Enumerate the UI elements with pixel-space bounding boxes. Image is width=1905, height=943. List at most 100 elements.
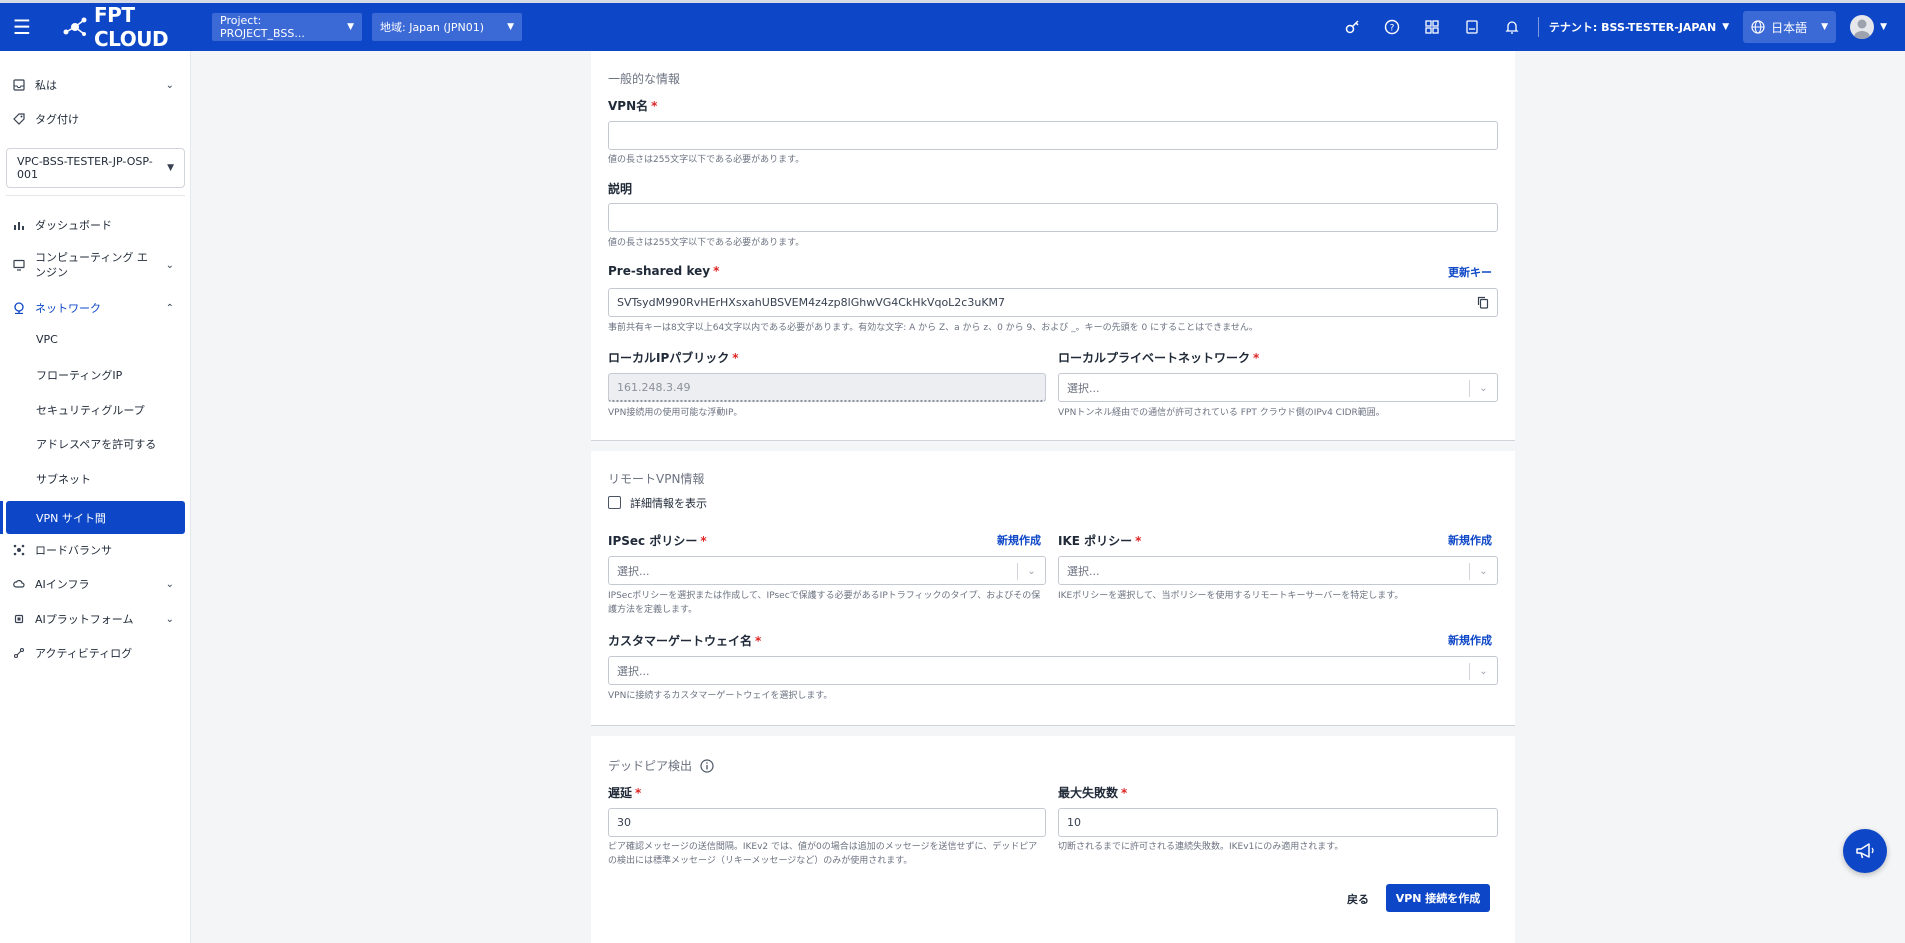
ike-policy-select[interactable]: 選択... ⌄ xyxy=(1058,556,1498,585)
sidebar-item-label: ネットワーク xyxy=(35,302,101,315)
input-value: SVTsydM990RvHErHXsxahUBSVEM4z4zp8lGhwVG4… xyxy=(617,296,1006,309)
renew-key-link[interactable]: 更新キー xyxy=(1448,264,1492,280)
sidebar-subitem-vpc[interactable]: VPC xyxy=(36,333,58,346)
back-button[interactable]: 戻る xyxy=(1347,891,1369,907)
sidebar-item-activity-log[interactable]: アクティビティログ xyxy=(0,643,190,663)
sidebar-item-ai-platform[interactable]: AIプラットフォーム ⌄ xyxy=(0,609,190,629)
language-label: 日本語 xyxy=(1771,20,1808,35)
language-select[interactable]: 日本語 ▼ xyxy=(1743,11,1837,43)
caret-down-icon[interactable]: ▼ xyxy=(1880,22,1887,32)
caret-down-icon: ▼ xyxy=(167,163,174,173)
select-placeholder: 選択... xyxy=(617,664,650,678)
sidebar-item-label: ロードバランサ xyxy=(35,544,112,557)
key-icon[interactable] xyxy=(1332,19,1372,35)
sidebar-subitem-label: サブネット xyxy=(36,473,91,486)
select-placeholder: 選択... xyxy=(1067,381,1100,395)
customer-gateway-select[interactable]: 選択... ⌄ xyxy=(608,656,1498,685)
vpn-name-input[interactable] xyxy=(608,121,1498,150)
sidebar-item-ai-infra[interactable]: AIインフラ ⌄ xyxy=(0,574,190,594)
tag-icon xyxy=(12,112,26,126)
sidebar-item-compute[interactable]: コンピューティング エンジン ⌄ xyxy=(0,248,190,282)
delay-input[interactable]: 30 xyxy=(608,808,1046,837)
book-icon[interactable] xyxy=(1452,19,1492,35)
description-input[interactable] xyxy=(608,203,1498,232)
label-text: IPSec ポリシー xyxy=(608,534,698,548)
local-network-select[interactable]: 選択... ⌄ xyxy=(1058,373,1498,402)
customer-gateway-create-link[interactable]: 新規作成 xyxy=(1448,632,1492,648)
region-select-label: 地域: Japan (JPN01) xyxy=(380,21,485,34)
sidebar-item-label: 私は xyxy=(35,79,57,92)
vpn-name-label: VPN名 * xyxy=(608,97,657,114)
chevron-up-icon: ⌃ xyxy=(165,302,174,314)
section-title: デッドピア検出 xyxy=(608,757,714,774)
inbox-icon xyxy=(12,78,26,92)
dead-peer-detection-card: デッドピア検出 遅延 * 30 ピア確認メッセージの送信間隔。IKEv2 では、値… xyxy=(591,736,1515,943)
remote-vpn-card: リモートVPN情報 詳細情報を表示 IPSec ポリシー * 新規作成 選択...… xyxy=(591,451,1515,726)
input-value: 10 xyxy=(1067,816,1081,829)
ipsec-policy-label: IPSec ポリシー * xyxy=(608,532,707,549)
bell-icon[interactable] xyxy=(1492,19,1532,35)
label-text: ローカルIPパブリック xyxy=(608,351,730,365)
ipsec-create-link[interactable]: 新規作成 xyxy=(997,532,1041,548)
sidebar-subitem-subnet[interactable]: サブネット xyxy=(36,471,91,487)
chevron-down-icon: ⌄ xyxy=(165,79,174,91)
logo[interactable]: FPT CLOUD xyxy=(62,3,202,51)
sidebar-subitem-floating-ip[interactable]: フローティングIP xyxy=(36,367,122,383)
sidebar-item-dashboard[interactable]: ダッシュボード xyxy=(0,215,190,235)
tenant-select[interactable]: テナント: BSS-TESTER-JAPAN ▼ xyxy=(1549,19,1729,35)
chevron-down-icon: ⌄ xyxy=(165,259,174,271)
announcement-button[interactable] xyxy=(1843,829,1887,873)
chevron-down-icon: ⌄ xyxy=(1469,563,1497,580)
label-text: カスタマーゲートウェイ名 xyxy=(608,634,753,648)
sidebar-item-me[interactable]: 私は ⌄ xyxy=(0,75,190,95)
local-network-hint: VPNトンネル経由での通信が許可されている FPT クラウド側のIPv4 CID… xyxy=(1058,408,1385,418)
max-failures-input[interactable]: 10 xyxy=(1058,808,1498,837)
project-select-label: Project: PROJECT_BSS... xyxy=(220,14,305,40)
sidebar-subitem-label: VPC xyxy=(36,333,58,346)
show-details-checkbox[interactable] xyxy=(608,496,621,509)
log-icon xyxy=(12,646,26,660)
ike-create-link[interactable]: 新規作成 xyxy=(1448,532,1492,548)
local-ip-input: 161.248.3.49 xyxy=(608,373,1046,402)
required-mark: * xyxy=(1121,786,1128,800)
select-placeholder: 選択... xyxy=(1067,564,1100,578)
max-failures-hint: 切断されるまでに許可される連続失敗数。IKEv1にのみ適用されます。 xyxy=(1058,842,1344,852)
max-failures-label: 最大失敗数 * xyxy=(1058,784,1127,801)
local-ip-hint: VPN接続用の使用可能な浮動IP。 xyxy=(608,408,743,418)
active-indicator xyxy=(0,501,3,534)
sidebar-subitem-vpn-site-to-site[interactable]: VPN サイト間 xyxy=(6,501,185,534)
top-bar: ☰ FPT CLOUD Project: PROJECT_BSS... ▼ 地域… xyxy=(0,0,1905,51)
sidebar: 私は ⌄ タグ付け VPC-BSS-TESTER-JP-OSP-001 ▼ ダッ… xyxy=(0,51,191,943)
sidebar-subitem-label: アドレスペアを許可する xyxy=(36,438,157,451)
divider xyxy=(6,195,185,196)
select-placeholder: 選択... xyxy=(617,564,650,578)
vpc-select-label: VPC-BSS-TESTER-JP-OSP-001 xyxy=(17,155,153,181)
megaphone-icon xyxy=(1856,843,1874,859)
info-icon[interactable] xyxy=(700,758,714,773)
psk-input[interactable]: SVTsydM990RvHErHXsxahUBSVEM4z4zp8lGhwVG4… xyxy=(608,288,1498,317)
menu-icon[interactable]: ☰ xyxy=(0,3,44,51)
fpt-logo-icon xyxy=(63,17,87,36)
general-info-card: 一般的な情報 VPN名 * 値の長さは255文字以下である必要があります。 説明 … xyxy=(591,51,1515,441)
ipsec-policy-select[interactable]: 選択... ⌄ xyxy=(608,556,1046,585)
cloud-icon xyxy=(12,577,26,591)
create-vpn-button[interactable]: VPN 接続を作成 xyxy=(1386,884,1490,912)
delay-hint: ピア確認メッセージの送信間隔。IKEv2 では、値が0の場合は追加のメッセージを… xyxy=(608,842,1038,866)
vpc-select[interactable]: VPC-BSS-TESTER-JP-OSP-001 ▼ xyxy=(6,148,185,188)
user-icon[interactable] xyxy=(1850,15,1875,39)
sidebar-item-label: タグ付け xyxy=(35,113,79,126)
copy-icon[interactable] xyxy=(1477,296,1489,309)
required-mark: * xyxy=(651,99,658,113)
sidebar-item-tagging[interactable]: タグ付け xyxy=(0,109,190,129)
chip-icon xyxy=(12,612,26,626)
caret-down-icon: ▼ xyxy=(507,22,514,32)
sidebar-subitem-security-group[interactable]: セキュリティグループ xyxy=(36,402,145,418)
sidebar-item-label: AIインフラ xyxy=(35,578,90,591)
help-icon[interactable]: ? xyxy=(1372,19,1412,35)
sidebar-item-network[interactable]: ネットワーク ⌃ xyxy=(0,298,190,318)
sidebar-subitem-allowed-address-pairs[interactable]: アドレスペアを許可する xyxy=(36,436,156,452)
region-select[interactable]: 地域: Japan (JPN01) ▼ xyxy=(372,13,522,41)
apps-icon[interactable] xyxy=(1412,19,1452,35)
project-select[interactable]: Project: PROJECT_BSS... ▼ xyxy=(212,13,362,41)
sidebar-item-load-balancer[interactable]: ロードバランサ xyxy=(0,540,190,560)
